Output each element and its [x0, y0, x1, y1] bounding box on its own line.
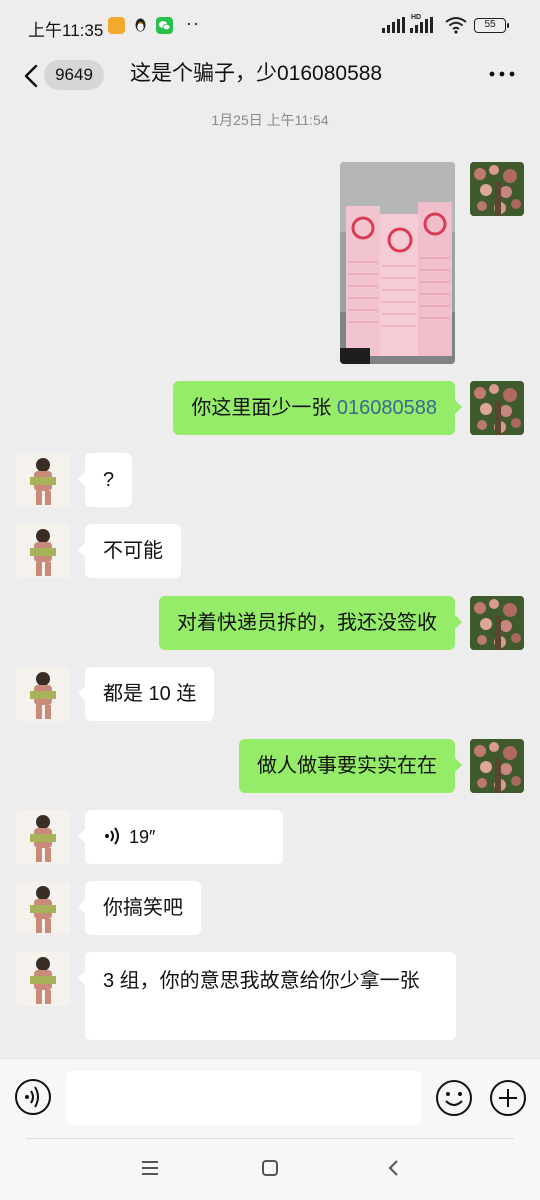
my-avatar[interactable]	[470, 739, 524, 793]
voice-wave-icon	[105, 827, 119, 845]
message-bubble-received[interactable]: 3 组，你的意思我故意给你少拿一张	[78, 952, 456, 1040]
more-notifications-icon: ··	[186, 13, 200, 33]
signal-strength-icon	[382, 17, 406, 33]
my-avatar[interactable]	[470, 596, 524, 650]
unread-count-badge[interactable]: 9649	[44, 60, 104, 90]
message-row: 不可能	[0, 524, 540, 578]
my-avatar[interactable]	[470, 381, 524, 435]
message-row: 做人做事要实实在在	[0, 739, 540, 793]
message-row: 对着快递员拆的，我还没签收	[0, 596, 540, 650]
message-bubble-sent[interactable]: 对着快递员拆的，我还没签收	[159, 596, 462, 650]
system-nav-bar	[0, 1138, 540, 1200]
my-avatar[interactable]	[470, 162, 524, 216]
more-options-icon[interactable]	[488, 62, 516, 86]
chat-header: 9649 这是个骗子，少016080588	[0, 52, 540, 100]
divider	[26, 1138, 514, 1139]
message-row-image	[0, 162, 540, 364]
contact-avatar[interactable]	[16, 952, 70, 1006]
wechat-icon	[156, 17, 173, 34]
signal-strength-icon-2	[410, 17, 434, 33]
wifi-icon	[445, 17, 467, 34]
status-bar: 上午11:35 ·· HD 55	[0, 0, 540, 52]
message-row: 你搞笑吧	[0, 881, 540, 935]
message-row-voice: 19″	[0, 810, 540, 864]
message-bubble-received[interactable]: ?	[77, 453, 133, 507]
status-time: 上午11:35	[28, 21, 104, 40]
message-text: 你这里面少一张	[191, 397, 337, 419]
message-bubble-received[interactable]: 你搞笑吧	[78, 881, 201, 935]
plus-icon[interactable]	[488, 1078, 528, 1118]
message-row: 3 组，你的意思我故意给你少拿一张	[0, 952, 540, 1042]
recent-apps-icon[interactable]	[139, 1158, 161, 1178]
message-row: 你这里面少一张 016080588	[0, 381, 540, 435]
battery-indicator: 55	[474, 18, 509, 33]
message-bubble-sent[interactable]: 做人做事要实实在在	[239, 739, 462, 793]
voice-message-bubble[interactable]: 19″	[78, 810, 283, 864]
message-timestamp: 1月25日 上午11:54	[211, 112, 329, 128]
sent-photo[interactable]	[340, 162, 455, 364]
home-icon[interactable]	[259, 1158, 281, 1178]
contact-avatar[interactable]	[16, 881, 70, 935]
number-link[interactable]: 016080588	[337, 397, 437, 419]
chat-title: 这是个骗子，少016080588	[130, 62, 383, 85]
contact-avatar[interactable]	[16, 453, 70, 507]
message-row: 都是 10 连	[0, 667, 540, 721]
message-bubble-received[interactable]: 都是 10 连	[77, 667, 215, 721]
emoji-icon[interactable]	[434, 1078, 474, 1118]
qq-penguin-icon	[135, 18, 146, 32]
voice-duration: 19″	[129, 827, 156, 847]
contact-avatar[interactable]	[16, 667, 70, 721]
chat-input-bar	[0, 1058, 540, 1138]
message-input[interactable]	[66, 1071, 421, 1125]
message-row: ?	[0, 453, 540, 507]
contact-avatar[interactable]	[16, 524, 70, 578]
notification-app-icon	[108, 17, 125, 34]
back-arrow-icon[interactable]	[22, 64, 42, 88]
voice-input-icon[interactable]	[14, 1078, 52, 1116]
message-bubble-sent[interactable]: 你这里面少一张 016080588	[173, 381, 462, 435]
contact-avatar[interactable]	[16, 810, 70, 864]
back-nav-icon[interactable]	[383, 1158, 405, 1178]
message-bubble-received[interactable]: 不可能	[78, 524, 181, 578]
